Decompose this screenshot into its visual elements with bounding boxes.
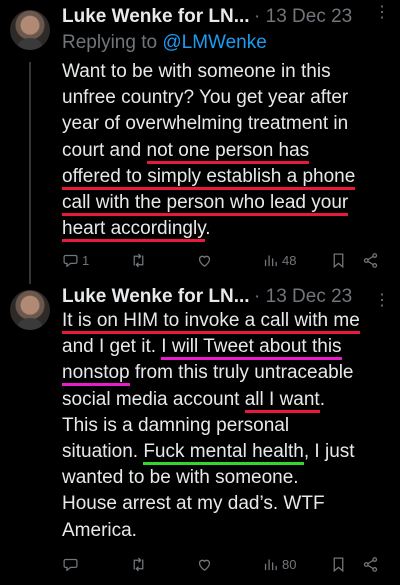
highlighted-phrase: call with the person who lead your — [62, 192, 349, 217]
text-span: situation. — [62, 441, 144, 463]
tweet-date[interactable]: 13 Dec 23 — [266, 6, 353, 27]
retweet-icon — [133, 253, 144, 268]
tweet-body: It is on HIM to invoke a call with me and… — [62, 308, 392, 544]
share-icon — [363, 557, 378, 572]
text-span: . — [205, 218, 211, 240]
tweet-text-line: America. — [62, 518, 392, 544]
author-name[interactable]: Luke Wenke for LN... — [62, 286, 250, 307]
bookmark-icon — [333, 557, 344, 573]
retweet-button[interactable] — [130, 252, 147, 269]
replying-to: Replying to @LMWenke — [62, 32, 267, 54]
text-span: from this truly untraceable — [129, 362, 354, 384]
tweet-text-line: and I get it. I will Tweet about this — [62, 334, 392, 361]
tweet-text-line: House arrest at my dad’s. WTF — [62, 491, 392, 517]
tweet-text-line: call with the person who lead your — [62, 190, 392, 217]
retweet-button[interactable] — [130, 556, 147, 573]
like-button[interactable] — [196, 556, 213, 573]
bookmark-icon — [333, 253, 344, 269]
highlighted-phrase: It is on HIM to invoke a call with me — [62, 310, 360, 334]
avatar[interactable] — [10, 10, 50, 50]
tweet-text-line: This is a damning personal — [62, 413, 392, 439]
share-button[interactable] — [362, 556, 379, 573]
highlighted-phrase: I will Tweet about this — [161, 336, 342, 361]
text-span: year of overwhelming treatment in — [62, 113, 349, 135]
like-icon — [198, 559, 211, 571]
tweet-text-line: social media account all I want. — [62, 387, 392, 413]
views-count: 48 — [282, 253, 297, 268]
text-span: Want to be with someone in this — [62, 61, 331, 82]
views-icon — [264, 255, 277, 267]
retweet-icon — [133, 557, 144, 572]
text-span: social media account — [62, 388, 245, 410]
views-button[interactable]: 80 — [262, 556, 296, 573]
text-span: , I just — [303, 441, 355, 463]
tweet-header: Luke Wenke for LN... · 13 Dec 23 — [62, 6, 390, 30]
avatar[interactable] — [10, 290, 50, 330]
share-button[interactable] — [362, 252, 379, 269]
reply-count: 1 — [82, 253, 90, 268]
text-span: House arrest at my dad’s. WTF — [62, 493, 325, 515]
tweet-text-line: nonstop from this truly untraceable — [62, 360, 392, 387]
highlighted-phrase: all I want — [244, 388, 320, 413]
highlighted-phrase: offered to simply establish a phone — [62, 165, 356, 190]
tweet-text-line: Want to be with someone in this — [62, 59, 392, 85]
tweet-body: Want to be with someone in this unfree co… — [62, 59, 392, 243]
highlighted-phrase: nonstop — [62, 362, 130, 387]
separator: · — [254, 6, 261, 27]
tweet-text-line: It is on HIM to invoke a call with me — [62, 308, 392, 334]
views-icon — [264, 559, 277, 571]
text-span: and I get it. — [62, 336, 162, 358]
text-span: unfree country? You get year after — [62, 87, 349, 109]
tweet-actions: 1 48 — [62, 252, 382, 274]
reply-button[interactable] — [62, 556, 79, 573]
tweet-header: Luke Wenke for LN... · 13 Dec 23 — [62, 286, 390, 310]
share-icon — [363, 253, 378, 268]
highlighted-phrase: Fuck mental health — [143, 441, 304, 466]
tweet-date[interactable]: 13 Dec 23 — [266, 286, 353, 307]
separator: · — [254, 286, 261, 307]
more-icon[interactable]: ⋮ — [374, 2, 390, 22]
text-span: wanted to be with someone. — [62, 467, 299, 489]
tweet-text-line: wanted to be with someone. — [62, 465, 392, 491]
bookmark-button[interactable] — [330, 252, 347, 269]
tweet-text-line: year of overwhelming treatment in — [62, 111, 392, 137]
bookmark-button[interactable] — [330, 556, 347, 573]
highlighted-phrase: not one person has — [146, 139, 310, 164]
reply-icon — [63, 558, 78, 572]
tweet-text-line: court and not one person has — [62, 138, 392, 164]
text-span: This is a damning personal — [62, 414, 290, 436]
text-span: court and — [62, 139, 147, 161]
reply-handle-link[interactable]: @LMWenke — [162, 32, 266, 53]
like-icon — [198, 255, 211, 267]
text-span: . — [319, 388, 325, 410]
tweet-text-line: heart accordingly. — [62, 216, 392, 243]
tweet-text-line: unfree country? You get year after — [62, 85, 392, 111]
author-name[interactable]: Luke Wenke for LN... — [62, 6, 250, 27]
views-button[interactable]: 48 — [262, 252, 296, 269]
tweet-text-line: offered to simply establish a phone — [62, 164, 392, 190]
more-icon[interactable]: ⋮ — [374, 290, 390, 310]
views-count: 80 — [282, 557, 297, 572]
text-span: America. — [62, 519, 137, 541]
tweet-actions: 80 — [62, 556, 382, 578]
highlighted-phrase: heart accordingly — [62, 218, 206, 243]
tweet-text-line: situation. Fuck mental health, I just — [62, 439, 392, 466]
reply-prefix: Replying to — [62, 32, 158, 53]
reply-button[interactable]: 1 — [62, 252, 89, 269]
thread-connector-line — [29, 62, 31, 284]
like-button[interactable] — [196, 252, 213, 269]
reply-icon — [63, 254, 78, 268]
